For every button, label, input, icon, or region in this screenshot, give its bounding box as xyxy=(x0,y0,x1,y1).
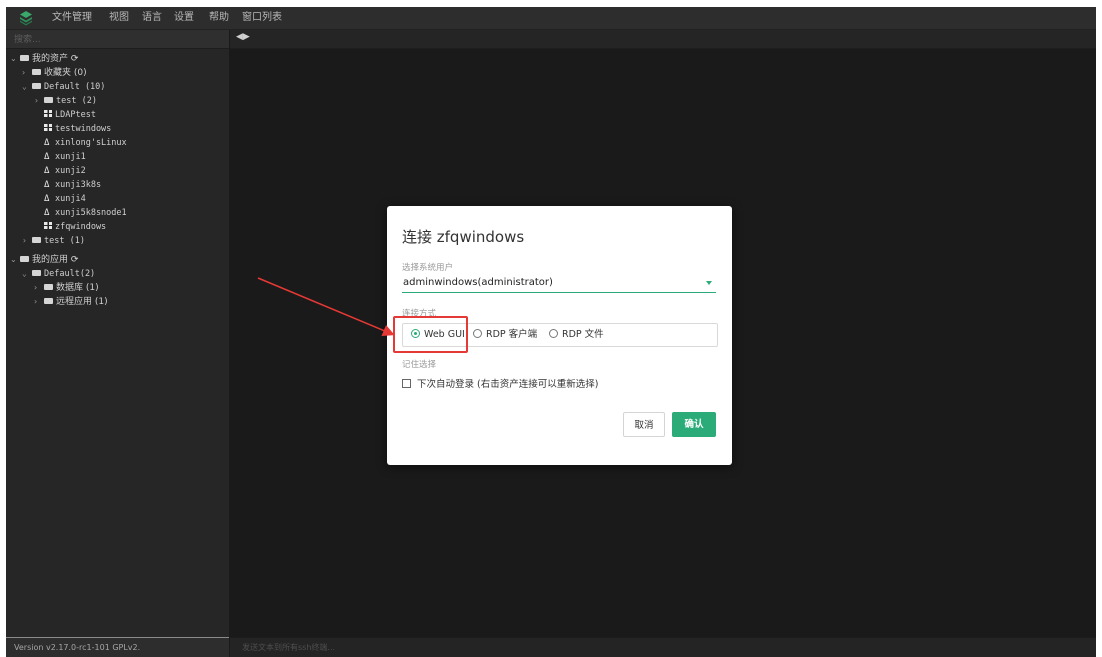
tree-label: test (1) xyxy=(44,236,85,246)
chevron-right-icon: › xyxy=(22,236,27,245)
tree-label: Default (10) xyxy=(44,82,106,92)
tree-default-apps[interactable]: ⌄ Default(2) xyxy=(22,267,95,281)
tree-host[interactable]: LDAPtest xyxy=(44,108,96,122)
version-label: Version v2.17.0-rc1-101 GPLv2. xyxy=(6,638,229,657)
checkbox-icon[interactable] xyxy=(402,379,411,388)
menu-bar: 文件管理 视图 语言 设置 帮助 窗口列表 xyxy=(6,7,1096,30)
app-logo-icon xyxy=(20,11,32,26)
tree-host[interactable]: Δxunji2 xyxy=(44,164,86,178)
menu-file[interactable]: 文件管理 xyxy=(52,7,92,29)
tree-label: 收藏夹 (0) xyxy=(44,68,87,78)
tree-host[interactable]: Δxunji4 xyxy=(44,192,86,206)
search-input[interactable] xyxy=(12,31,221,48)
remember-label: 记住选择 xyxy=(402,360,437,370)
windows-icon xyxy=(44,124,52,131)
folder-icon xyxy=(44,96,53,103)
host-label: xunji1 xyxy=(55,152,86,162)
tree-host[interactable]: zfqwindows xyxy=(44,220,106,234)
radio-label: RDP 客户端 xyxy=(486,329,538,340)
tree-host[interactable]: Δxunji1 xyxy=(44,150,86,164)
chevron-right-icon: › xyxy=(34,283,38,292)
chevron-right-icon: › xyxy=(34,96,39,105)
linux-icon: Δ xyxy=(44,138,50,148)
folder-icon xyxy=(32,236,41,243)
tree-test-group[interactable]: › test (1) xyxy=(22,234,85,248)
tree-favorites[interactable]: › 收藏夹 (0) xyxy=(22,66,87,80)
folder-icon xyxy=(44,283,53,290)
auto-login-label: 下次自动登录 (右击资产连接可以重新选择) xyxy=(417,379,599,390)
tree-label: 我的资产 xyxy=(32,54,69,64)
folder-open-icon xyxy=(20,54,29,61)
tree-default-group[interactable]: ⌄ Default (10) xyxy=(22,80,105,94)
radio-rdp-file[interactable]: RDP 文件 xyxy=(549,324,604,346)
host-label: xunji4 xyxy=(55,194,86,204)
folder-open-icon xyxy=(32,269,41,276)
annotation-highlight-box xyxy=(393,316,468,353)
dialog-title: 连接 zfqwindows xyxy=(402,228,525,246)
auto-login-option[interactable]: 下次自动登录 (右击资产连接可以重新选择) xyxy=(402,376,598,390)
tree-host[interactable]: testwindows xyxy=(44,122,111,136)
host-label: xunji3k8s xyxy=(55,180,102,190)
tree-test-subgroup[interactable]: › test (2) xyxy=(34,94,97,108)
chevron-down-icon: ⌄ xyxy=(10,255,17,264)
chevron-down-icon: ⌄ xyxy=(22,269,27,278)
tab-strip: ◀▶ xyxy=(230,30,1096,49)
chevron-down-icon: ⌄ xyxy=(22,82,27,91)
chevron-down-icon: ⌄ xyxy=(10,54,17,63)
refresh-icon[interactable]: ⟳ xyxy=(71,54,79,64)
broadcast-command-input[interactable]: 发送文本到所有ssh终端... xyxy=(230,638,1096,657)
tree-label: 数据库 (1) xyxy=(56,283,99,293)
folder-icon xyxy=(44,297,53,304)
menu-settings[interactable]: 设置 xyxy=(174,7,194,29)
cancel-button[interactable]: 取消 xyxy=(623,412,665,437)
host-label: xinlong'sLinux xyxy=(55,138,127,148)
confirm-button[interactable]: 确认 xyxy=(672,412,716,437)
host-label: testwindows xyxy=(55,124,112,134)
folder-icon xyxy=(32,68,41,75)
linux-icon: Δ xyxy=(44,166,50,176)
radio-unchecked-icon xyxy=(549,329,558,338)
folder-open-icon xyxy=(20,255,29,262)
chevron-right-icon: › xyxy=(22,68,26,77)
host-label: xunji5k8snode1 xyxy=(55,208,127,218)
tree-label: Default(2) xyxy=(44,269,96,279)
tree-host[interactable]: Δxunji5k8snode1 xyxy=(44,206,127,220)
system-user-select[interactable]: adminwindows(administrator) xyxy=(402,274,716,293)
linux-icon: Δ xyxy=(44,194,50,204)
menu-help[interactable]: 帮助 xyxy=(209,7,229,29)
tree-my-apps[interactable]: ⌄ 我的应用 ⟳ xyxy=(10,253,78,267)
asset-sidebar: ⌄ 我的资产 ⟳ › 收藏夹 (0) ⌄ Default (10) › test (2)… xyxy=(6,30,230,645)
menu-view[interactable]: 视图 xyxy=(109,7,129,29)
linux-icon: Δ xyxy=(44,208,50,218)
tree-host[interactable]: Δxinlong'sLinux xyxy=(44,136,127,150)
tree-label: 远程应用 (1) xyxy=(56,297,108,307)
linux-icon: Δ xyxy=(44,180,50,190)
host-label: xunji2 xyxy=(55,166,86,176)
system-user-label: 选择系统用户 xyxy=(402,263,454,273)
folder-open-icon xyxy=(32,82,41,89)
linux-icon: Δ xyxy=(44,152,50,162)
radio-label: RDP 文件 xyxy=(562,329,604,340)
host-label: zfqwindows xyxy=(55,222,107,232)
tree-database[interactable]: › 数据库 (1) xyxy=(34,281,99,295)
chevron-right-icon: › xyxy=(34,297,38,306)
radio-unchecked-icon xyxy=(473,329,482,338)
windows-icon xyxy=(44,110,52,117)
host-label: LDAPtest xyxy=(55,110,96,120)
caret-down-icon xyxy=(706,281,712,285)
windows-icon xyxy=(44,222,52,229)
system-user-value: adminwindows(administrator) xyxy=(403,277,553,288)
menu-language[interactable]: 语言 xyxy=(142,7,162,29)
tree-remote-app[interactable]: › 远程应用 (1) xyxy=(34,295,108,309)
radio-rdp-client[interactable]: RDP 客户端 xyxy=(473,324,537,346)
menu-window-list[interactable]: 窗口列表 xyxy=(242,7,282,29)
tree-label: test (2) xyxy=(56,96,97,106)
tree-my-assets[interactable]: ⌄ 我的资产 ⟳ xyxy=(10,52,78,66)
tree-host[interactable]: Δxunji3k8s xyxy=(44,178,101,192)
search-bar xyxy=(6,30,229,49)
refresh-icon[interactable]: ⟳ xyxy=(71,255,79,265)
toggle-sidebar-icon[interactable]: ◀▶ xyxy=(236,32,250,42)
tree-label: 我的应用 xyxy=(32,255,69,265)
